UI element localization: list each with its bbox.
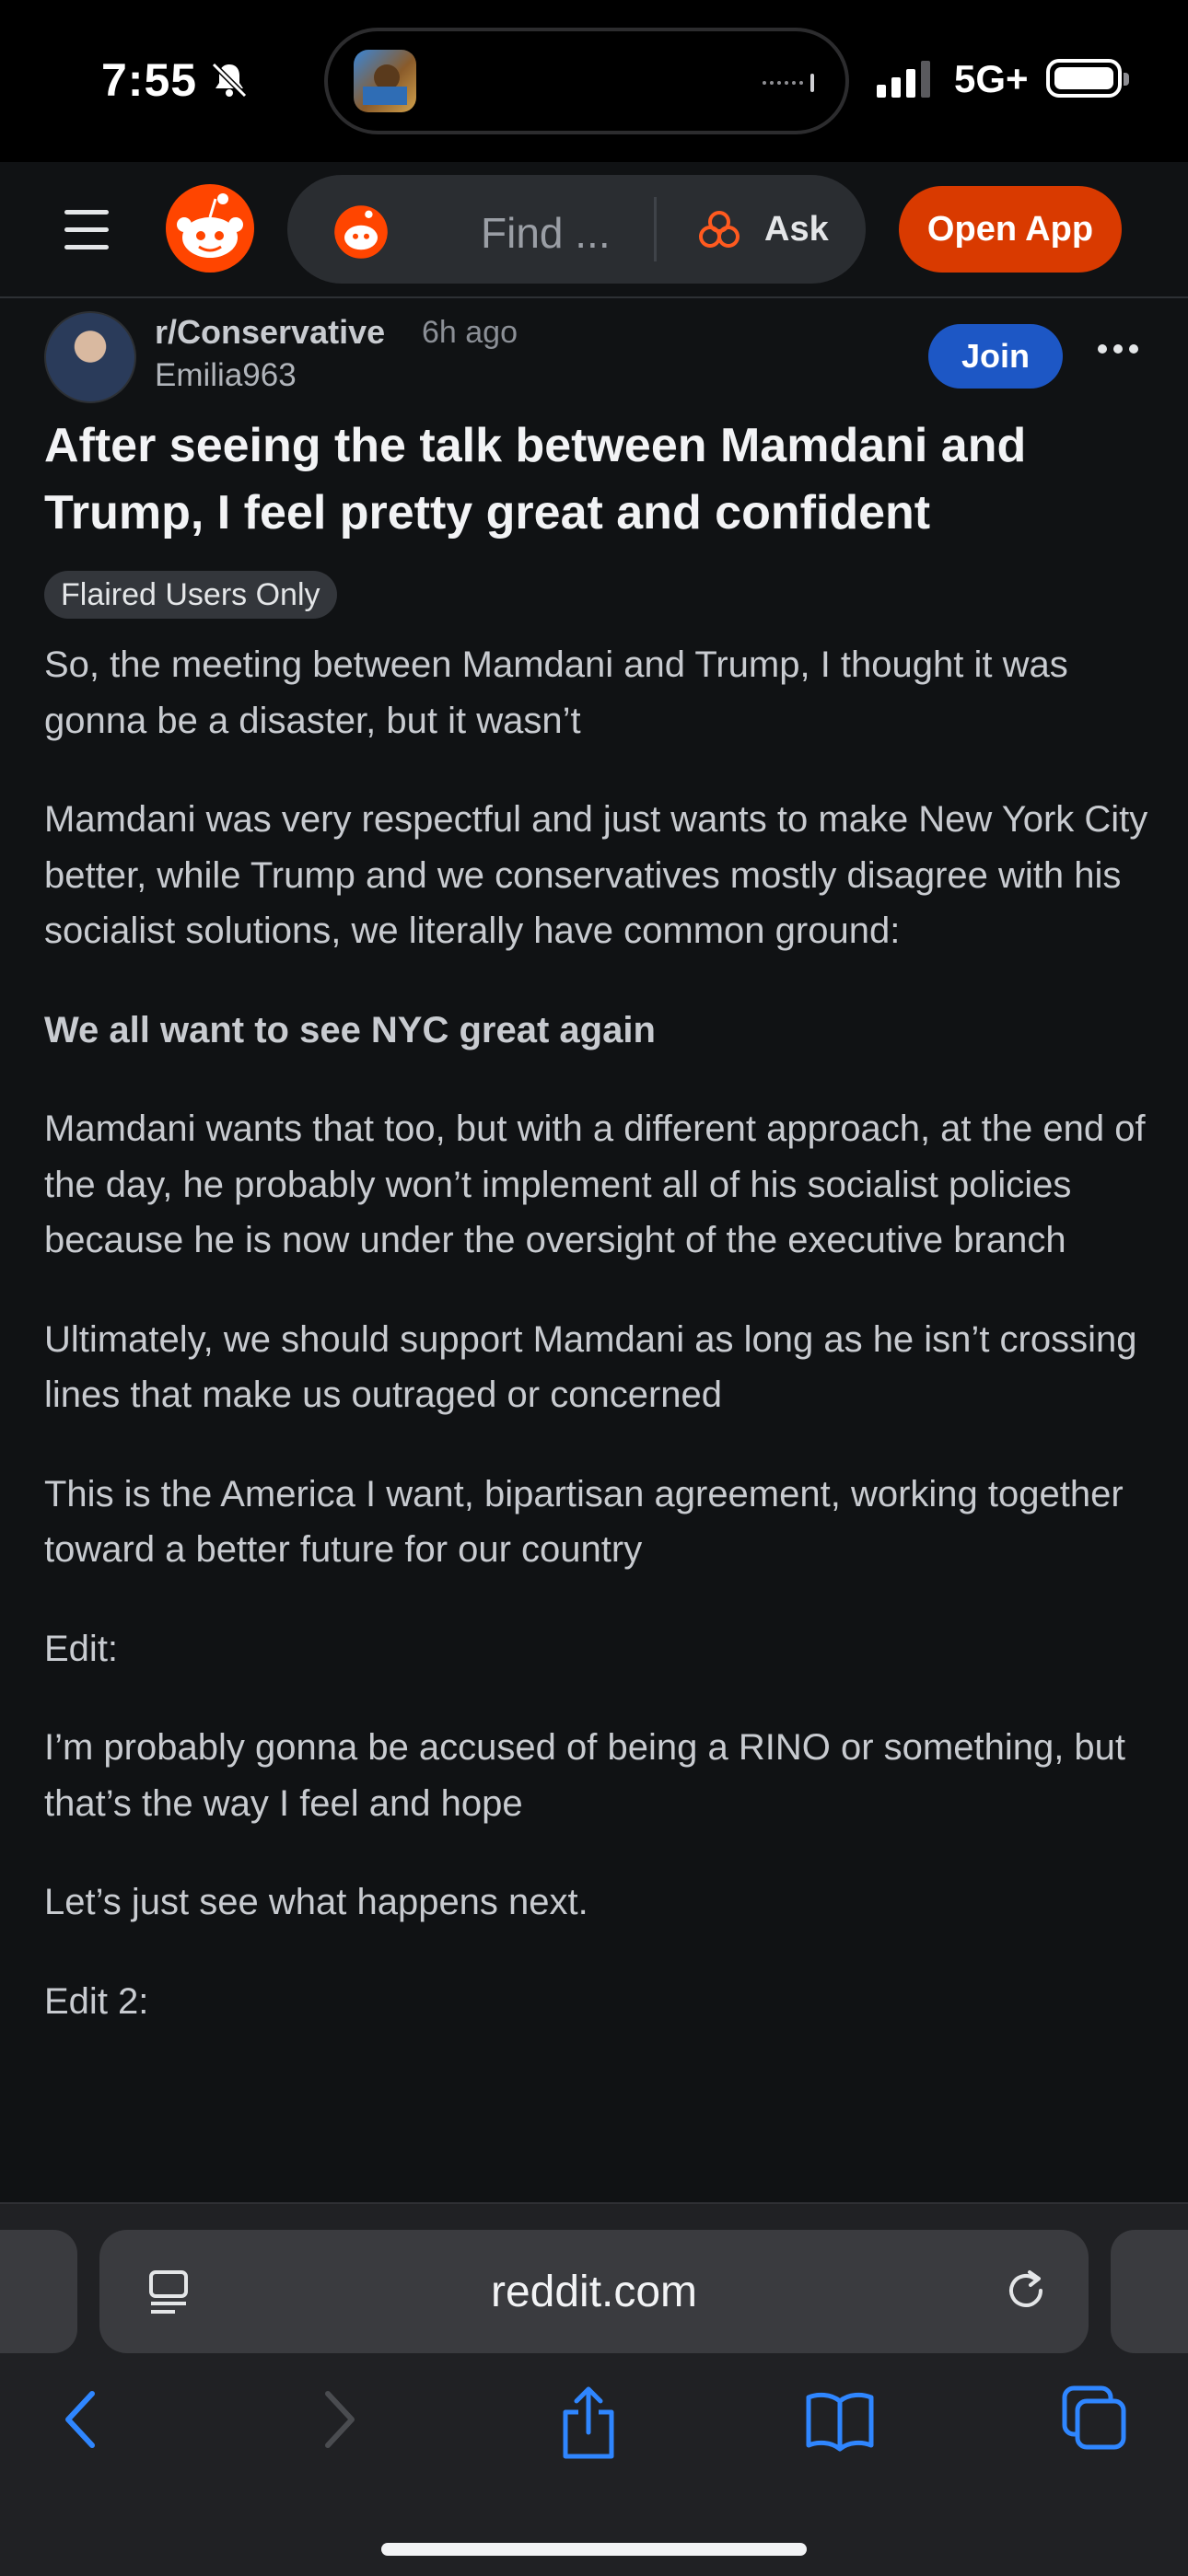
post-author[interactable]: Emilia963 xyxy=(155,357,297,394)
battery-icon xyxy=(1046,59,1129,98)
ask-label[interactable]: Ask xyxy=(764,210,829,249)
body-paragraph: Edit 2: xyxy=(44,1980,149,2022)
status-time: 7:55 xyxy=(101,54,198,106)
next-tab-preview[interactable] xyxy=(1111,2230,1188,2353)
post-title: After seeing the talk between Mamdani an… xyxy=(44,419,1027,540)
body-paragraph: Let’s just see what happens next. xyxy=(44,1882,588,1922)
search-placeholder[interactable]: Find ... xyxy=(481,208,611,258)
reddit-search-logo-icon xyxy=(334,205,388,259)
body-paragraph: Mamdani was very respectful and just wan… xyxy=(44,799,1148,951)
join-button[interactable]: Join xyxy=(928,324,1063,389)
open-app-button[interactable]: Open App xyxy=(899,186,1122,273)
post-body: So, the meeting between Mamdani and Trum… xyxy=(44,637,1159,2072)
body-paragraph: So, the meeting between Mamdani and Trum… xyxy=(44,644,1068,741)
ask-answers-icon[interactable] xyxy=(698,210,740,249)
reload-icon[interactable] xyxy=(1000,2265,1052,2316)
hamburger-menu-icon[interactable] xyxy=(64,210,109,250)
body-paragraph: I’m probably gonna be accused of being a… xyxy=(44,1727,1126,1824)
home-indicator[interactable] xyxy=(381,2543,807,2556)
back-icon[interactable] xyxy=(57,2385,103,2454)
dynamic-island[interactable] xyxy=(324,28,849,134)
bookmarks-icon[interactable] xyxy=(805,2385,875,2454)
subreddit-avatar[interactable] xyxy=(44,311,136,403)
reddit-logo-icon[interactable] xyxy=(164,182,256,274)
safari-toolbar: reddit.com xyxy=(0,2202,1188,2576)
live-activity-app-icon xyxy=(354,50,416,112)
url-text[interactable]: reddit.com xyxy=(99,2267,1089,2317)
body-paragraph: This is the America I want, bipartisan a… xyxy=(44,1473,1124,1571)
post-time-ago: 6h ago xyxy=(422,315,518,350)
cellular-signal-icon xyxy=(877,61,930,98)
subreddit-name[interactable]: r/Conservative xyxy=(155,313,385,352)
more-options-icon[interactable] xyxy=(1098,339,1138,357)
body-paragraph: Mamdani wants that too, but with a diffe… xyxy=(44,1108,1146,1260)
search-divider xyxy=(654,197,657,261)
body-paragraph: Edit: xyxy=(44,1628,119,1669)
status-bar: 7:55 5G+ xyxy=(0,0,1188,162)
silent-bell-icon xyxy=(211,62,248,99)
network-type: 5G+ xyxy=(954,57,1029,100)
reddit-header: Find ... Ask Open App xyxy=(0,162,1188,298)
address-bar[interactable]: reddit.com xyxy=(99,2230,1089,2353)
body-paragraph-bold: We all want to see NYC great again xyxy=(44,1009,656,1050)
previous-tab-preview[interactable] xyxy=(0,2230,77,2353)
forward-icon[interactable] xyxy=(317,2385,363,2454)
body-paragraph: Ultimately, we should support Mamdani as… xyxy=(44,1318,1137,1416)
audio-waveform-icon xyxy=(763,74,814,92)
share-icon[interactable] xyxy=(558,2385,619,2462)
search-pill[interactable]: Find ... Ask xyxy=(287,175,866,284)
tabs-icon[interactable] xyxy=(1061,2385,1127,2454)
post-flair: Flaired Users Only xyxy=(44,571,337,619)
